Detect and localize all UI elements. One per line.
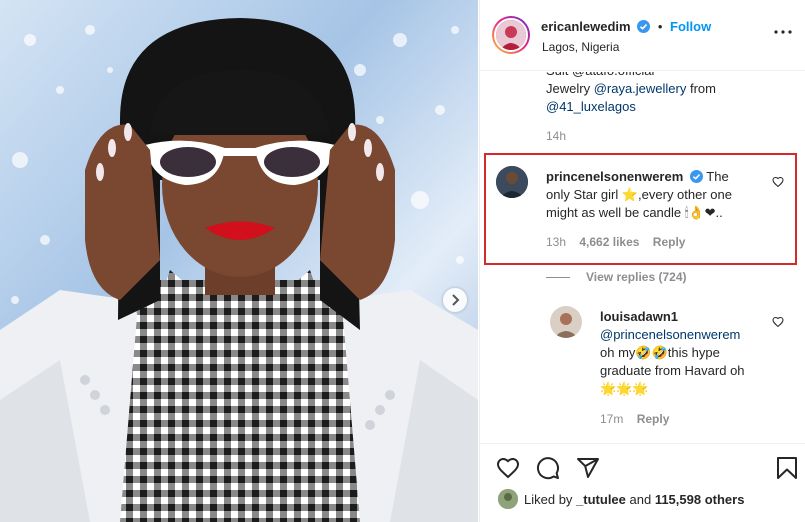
liker-avatar[interactable]	[498, 489, 518, 509]
reply-line-4: graduate from Havard oh	[600, 363, 745, 378]
reply-line-1: louisadawn1	[600, 308, 780, 326]
reply-time[interactable]: 17m	[600, 412, 623, 426]
liked-by-count[interactable]: 115,598 others	[655, 492, 745, 507]
liker-avatar-image	[498, 489, 518, 509]
mention-princenelsonenwerem[interactable]: @princenelsonenwerem	[600, 327, 740, 342]
liked-by-text: Liked by _tutulee and 115,598 others	[524, 492, 744, 507]
liked-by-user[interactable]: _tutulee	[576, 492, 626, 507]
caption-from-text: from	[686, 81, 716, 96]
author-avatar[interactable]	[492, 16, 530, 54]
comment-bubble-icon[interactable]	[536, 456, 560, 480]
reply-username[interactable]: louisadawn1	[600, 309, 678, 324]
chevron-right-icon	[452, 294, 460, 306]
author-avatar-image	[496, 20, 526, 50]
follow-button[interactable]: Follow	[670, 19, 711, 34]
reply-reply-button[interactable]: Reply	[637, 412, 670, 426]
author-username[interactable]: ericanlewedim	[541, 19, 631, 34]
liked-by-prefix: Liked by	[524, 492, 577, 507]
header-title-row: ericanlewedim • Follow	[541, 19, 711, 34]
caption-line-2: Jewelry @raya.jewellery from	[546, 80, 756, 98]
like-heart-icon[interactable]	[496, 456, 520, 480]
post-image	[0, 0, 478, 522]
caption-jewelry-label: Jewelry	[546, 81, 594, 96]
caption-line-3: @41_luxelagos	[546, 98, 756, 116]
highlight-box	[484, 153, 797, 265]
next-photo-button[interactable]	[443, 288, 467, 312]
post-header: ericanlewedim • Follow Lagos, Nigeria	[480, 0, 805, 71]
caption-time[interactable]: 14h	[546, 129, 566, 143]
view-replies-button[interactable]: View replies (724)	[546, 270, 687, 284]
reply-meta: 17m Reply	[600, 412, 669, 426]
view-replies-label: View replies (724)	[586, 270, 687, 284]
caption-line-1: Suit @atafo.official	[546, 72, 756, 80]
post-actions: Liked by _tutulee and 115,598 others	[480, 443, 805, 522]
post-photo[interactable]	[0, 0, 478, 522]
verified-badge-icon	[637, 20, 651, 33]
mention-raya-jewellery[interactable]: @raya.jewellery	[594, 81, 687, 96]
reply-commenter-avatar-image	[550, 306, 582, 338]
share-paper-plane-icon[interactable]	[576, 456, 600, 480]
reply-commenter-avatar[interactable]	[550, 306, 582, 338]
mention-41-luxelagos[interactable]: @41_luxelagos	[546, 99, 636, 114]
save-bookmark-icon[interactable]	[776, 456, 798, 480]
reply-line-5: 🌟🌟🌟	[600, 381, 649, 396]
more-options-icon[interactable]	[774, 30, 792, 34]
like-reply-heart-icon[interactable]	[772, 316, 784, 328]
post-location[interactable]: Lagos, Nigeria	[542, 40, 619, 54]
reply-line-3: oh my🤣🤣this hype	[600, 345, 720, 360]
reply-line-2: @princenelsonenwerem	[600, 326, 780, 344]
liked-by-mid: and	[625, 492, 655, 507]
header-separator: •	[657, 19, 663, 34]
view-replies-line	[546, 276, 570, 278]
